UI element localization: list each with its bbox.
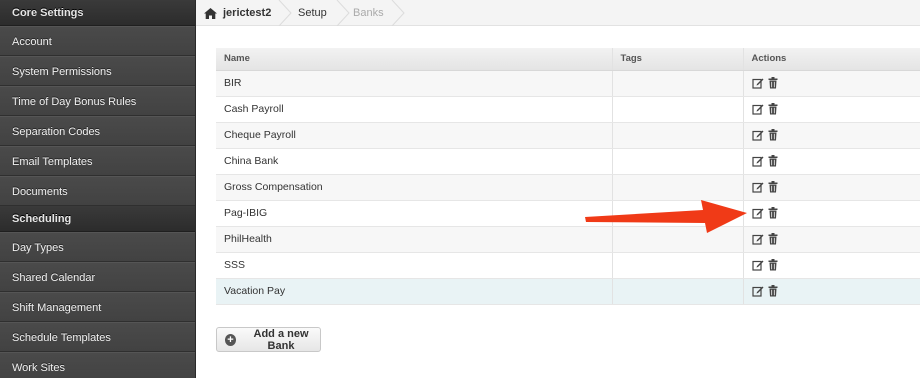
row-actions: [751, 285, 920, 297]
sidebar-item[interactable]: System Permissions: [0, 56, 195, 86]
trash-icon[interactable]: [768, 259, 780, 271]
bank-tags-cell: [612, 252, 744, 279]
red-arrow-annotation: [585, 200, 747, 233]
breadcrumb: jerictest2 Setup Banks: [196, 0, 920, 26]
actions-cell: [743, 226, 920, 253]
bank-name-cell: PhilHealth: [216, 226, 613, 253]
table-row: SSS: [216, 252, 920, 279]
edit-icon[interactable]: [751, 103, 764, 115]
bank-tags-cell: [612, 70, 744, 97]
banks-table: Name Tags Actions BIR Cash Payroll Cheque …: [216, 48, 920, 305]
trash-icon[interactable]: [768, 155, 780, 167]
bank-name-cell: Cash Payroll: [216, 96, 613, 123]
add-bank-button[interactable]: + Add a new Bank: [216, 327, 321, 352]
trash-icon[interactable]: [768, 233, 780, 245]
trash-icon[interactable]: [768, 181, 780, 193]
sidebar-item[interactable]: Time of Day Bonus Rules: [0, 86, 195, 116]
trash-icon[interactable]: [768, 207, 780, 219]
table-row: Pag-IBIG: [216, 200, 920, 227]
breadcrumb-home-label: jerictest2: [223, 7, 272, 19]
table-row: Cheque Payroll: [216, 122, 920, 149]
bank-tags-cell: [612, 148, 744, 175]
sidebar-item[interactable]: Email Templates: [0, 146, 195, 176]
edit-icon[interactable]: [751, 129, 764, 141]
home-icon: [204, 7, 217, 19]
chevron-right-icon: [336, 0, 350, 26]
edit-icon[interactable]: [751, 77, 764, 89]
edit-icon[interactable]: [751, 181, 764, 193]
sidebar: Core Settings Account System Permissions Ti…: [0, 0, 196, 378]
table-row: PhilHealth: [216, 226, 920, 253]
row-actions: [751, 129, 920, 141]
table-row: Gross Compensation: [216, 174, 920, 201]
plus-circle-icon: +: [225, 333, 237, 346]
sidebar-item[interactable]: Work Sites: [0, 352, 195, 378]
chevron-right-icon: [278, 0, 292, 26]
breadcrumb-current: Banks: [353, 7, 384, 19]
actions-cell: [743, 200, 920, 227]
edit-icon[interactable]: [751, 285, 764, 297]
bank-tags-cell: [612, 278, 744, 305]
trash-icon[interactable]: [768, 103, 780, 115]
sidebar-item[interactable]: Separation Codes: [0, 116, 195, 146]
bank-name-cell: Vacation Pay: [216, 278, 613, 305]
edit-icon[interactable]: [751, 259, 764, 271]
chevron-right-icon: [391, 0, 405, 26]
bank-name-cell: Pag-IBIG: [216, 200, 613, 227]
bank-tags-cell: [612, 122, 744, 149]
actions-cell: [743, 148, 920, 175]
table-row: BIR: [216, 70, 920, 97]
actions-cell: [743, 278, 920, 305]
actions-cell: [743, 174, 920, 201]
bank-tags-cell: [612, 96, 744, 123]
column-header-tags[interactable]: Tags: [612, 48, 744, 71]
sidebar-item[interactable]: Shared Calendar: [0, 262, 195, 292]
row-actions: [751, 155, 920, 167]
bank-name-cell: BIR: [216, 70, 613, 97]
bank-name-cell: Cheque Payroll: [216, 122, 613, 149]
row-actions: [751, 233, 920, 245]
sidebar-section-header: Core Settings: [0, 0, 195, 26]
actions-cell: [743, 70, 920, 97]
column-header-actions: Actions: [743, 48, 920, 71]
edit-icon[interactable]: [751, 233, 764, 245]
breadcrumb-setup[interactable]: Setup: [298, 0, 327, 26]
breadcrumb-home[interactable]: jerictest2: [204, 0, 271, 26]
row-actions: [751, 103, 920, 115]
sidebar-item[interactable]: Schedule Templates: [0, 322, 195, 352]
row-actions: [751, 207, 920, 219]
table-row: China Bank: [216, 148, 920, 175]
row-actions: [751, 259, 920, 271]
bank-name-cell: Gross Compensation: [216, 174, 613, 201]
table-row: Vacation Pay: [216, 278, 920, 305]
bank-name-cell: China Bank: [216, 148, 613, 175]
sidebar-item[interactable]: Day Types: [0, 232, 195, 262]
sidebar-item[interactable]: Shift Management: [0, 292, 195, 322]
actions-cell: [743, 96, 920, 123]
actions-cell: [743, 252, 920, 279]
trash-icon[interactable]: [768, 285, 780, 297]
trash-icon[interactable]: [768, 77, 780, 89]
row-actions: [751, 181, 920, 193]
bank-name-cell: SSS: [216, 252, 613, 279]
column-header-name[interactable]: Name: [216, 48, 613, 71]
edit-icon[interactable]: [751, 207, 764, 219]
sidebar-item[interactable]: Account: [0, 26, 195, 56]
add-bank-button-label: Add a new Bank: [253, 327, 309, 352]
row-actions: [751, 77, 920, 89]
table-row: Cash Payroll: [216, 96, 920, 123]
sidebar-item[interactable]: Documents: [0, 176, 195, 206]
actions-cell: [743, 122, 920, 149]
sidebar-section-header: Scheduling: [0, 206, 195, 232]
trash-icon[interactable]: [768, 129, 780, 141]
edit-icon[interactable]: [751, 155, 764, 167]
